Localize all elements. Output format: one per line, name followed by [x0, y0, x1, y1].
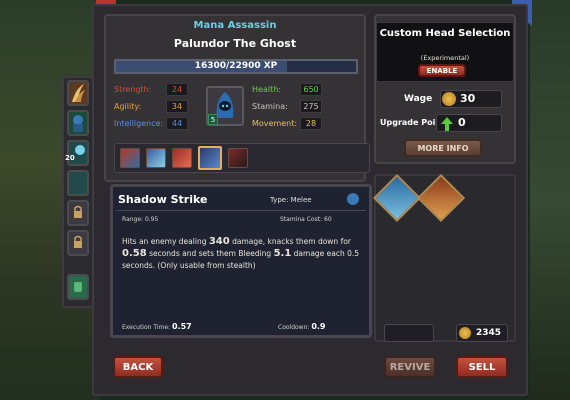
stamina-value: 275: [300, 100, 322, 113]
ability-4-selected[interactable]: [198, 146, 222, 170]
locked-slot-1: [67, 200, 89, 226]
custom-head-title: Custom Head Selection: [379, 28, 511, 39]
gold-value: 2345: [476, 328, 502, 338]
skill-description: Hits an enemy dealing 340 damage, knacks…: [122, 236, 360, 272]
cooldown: Cooldown: 0.9: [278, 322, 326, 331]
duration-value: 0.58: [122, 248, 147, 259]
locked-slot-2: [67, 230, 89, 256]
stamina-label: Stamina:: [252, 102, 288, 111]
movement-label: Movement:: [252, 119, 298, 128]
skill-range: Range: 0.95: [122, 216, 159, 223]
health-label: Health:: [252, 85, 281, 94]
gold-coin-icon: [459, 327, 471, 339]
execution-time: Execution Time: 0.57: [122, 322, 192, 331]
agility-value: 34: [166, 100, 188, 113]
enable-button[interactable]: ENABLE: [418, 64, 466, 77]
xp-text: 16300/22900 XP: [194, 61, 278, 71]
hero-class: Mana Assassin: [193, 20, 277, 31]
melee-type-icon: [347, 193, 359, 205]
damage-value: 340: [208, 236, 230, 247]
more-info-button[interactable]: MORE INFO: [404, 139, 482, 157]
hero-armor-slot[interactable]: [67, 110, 89, 136]
empty-field: [384, 324, 434, 342]
skill-divider: [116, 210, 366, 211]
potion-slot[interactable]: [67, 140, 89, 166]
lock-icon: [74, 205, 82, 218]
bleed-value: 5.1: [273, 248, 292, 259]
exec-label: Execution Time:: [122, 324, 172, 331]
skill-name: Shadow Strike: [118, 193, 208, 206]
ability-5[interactable]: [228, 148, 248, 168]
empty-slot[interactable]: [67, 170, 89, 196]
cooldown-label: Cooldown:: [278, 324, 312, 331]
wage-label: Wage: [404, 94, 433, 104]
strength-value: 24: [166, 83, 188, 96]
desc-part-1: Hits an enemy dealing: [122, 237, 209, 246]
desc-part-3: seconds and sets them Bleeding: [146, 249, 274, 258]
background-scenery-right: [530, 0, 570, 400]
movement-value: 28: [300, 117, 322, 130]
ability-1[interactable]: [120, 148, 140, 168]
wage-value: 30: [460, 92, 476, 105]
revive-button[interactable]: REVIVE: [384, 356, 436, 378]
skill-type: Type: Melee: [270, 196, 312, 204]
back-button[interactable]: BACK: [113, 356, 163, 378]
ability-3[interactable]: [172, 148, 192, 168]
upgrade-points-value: 0: [458, 116, 466, 129]
exec-value: 0.57: [171, 322, 192, 331]
custom-head-subtitle: (Experimental): [420, 54, 470, 62]
potion-count: 20: [65, 154, 75, 162]
hero-name: Palundor The Ghost: [173, 37, 297, 50]
green-gem-icon: [74, 282, 82, 292]
health-value: 650: [300, 83, 322, 96]
sell-button[interactable]: SELL: [456, 356, 508, 378]
lock-icon: [74, 235, 82, 248]
intelligence-value: 44: [166, 117, 188, 130]
strength-label: Strength:: [114, 85, 152, 94]
agility-label: Agility:: [114, 102, 142, 111]
claw-slot[interactable]: [67, 80, 89, 106]
gold-coin-icon: [442, 92, 456, 106]
bottom-slot[interactable]: [67, 274, 89, 300]
skill-stamina-cost: Stamina Cost: 60: [280, 216, 332, 223]
hero-level-badge: 5: [208, 114, 218, 125]
ability-2[interactable]: [146, 148, 166, 168]
intelligence-label: Intelligence:: [114, 119, 164, 128]
claw-icon: [72, 84, 85, 102]
green-arrow-up-icon: [441, 116, 453, 135]
desc-part-2: damage, knacks them down for: [229, 237, 351, 246]
armor-icon: [73, 115, 83, 132]
cooldown-value: 0.9: [311, 322, 326, 331]
